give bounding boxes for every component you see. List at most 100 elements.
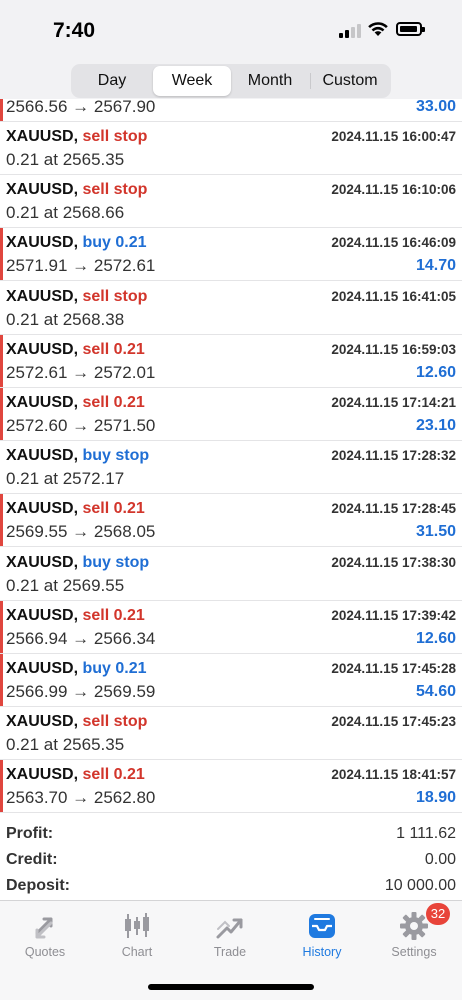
battery-icon	[396, 22, 425, 36]
account-summary: Profit: 1 111.62 Credit: 0.00 Deposit: 1…	[0, 818, 462, 900]
period-tab-month[interactable]: Month	[231, 66, 309, 96]
deal-time: 2024.11.15 16:00:47	[331, 129, 456, 144]
deal-detail: 2566.99 → 2569.59	[6, 682, 156, 701]
home-indicator	[148, 984, 314, 990]
deal-time: 2024.11.15 16:41:05	[331, 288, 456, 304]
deal-profit: 33.00	[415, 99, 456, 115]
deal-time: 2024.11.15 17:39:42	[331, 607, 456, 623]
history-row[interactable]: XAUUSD, sell 0.21 2024.11.15 17:39:42 2566…	[0, 600, 462, 654]
deal-symbol-line: XAUUSD, sell stop	[6, 288, 147, 306]
history-row[interactable]: XAUUSD, buy stop 2024.11.15 17:28:32 0.21 …	[0, 441, 462, 495]
wifi-icon	[368, 22, 388, 36]
summary-value: 1 111.62	[396, 825, 456, 842]
deal-detail: 0.21 at 2568.66	[6, 203, 125, 223]
deal-symbol-line: XAUUSD, buy 0.21	[6, 234, 147, 252]
tab-trade[interactable]: Trade	[190, 907, 270, 963]
deal-marker	[0, 494, 3, 547]
history-row[interactable]: XAUUSD, sell 0.21 2024.11.15 18:41:57 2563…	[0, 760, 462, 814]
deal-symbol-line: XAUUSD, sell 0.21	[6, 500, 145, 518]
deal-symbol-line: XAUUSD, sell 0.21	[6, 341, 145, 359]
deal-marker	[0, 760, 3, 813]
deal-action: sell stop	[82, 128, 148, 145]
deal-profit: 23.10	[415, 417, 456, 434]
history-inbox-icon	[309, 914, 335, 938]
history-row[interactable]: XAUUSD, buy 0.21 2024.11.15 16:46:09 2571.…	[0, 228, 462, 282]
deal-profit: 31.50	[415, 523, 456, 541]
deal-symbol-line: XAUUSD, sell 0.21	[6, 607, 145, 625]
deal-detail: 2572.61 → 2572.01	[6, 362, 156, 382]
deal-time: 2024.11.15 16:10:06	[331, 182, 456, 198]
deal-time: 2024.11.15 16:59:03	[331, 341, 456, 357]
deal-action: sell 0.21	[82, 340, 145, 358]
deal-detail: 2571.91 → 2572.61	[6, 256, 156, 276]
deal-action: sell 0.21	[82, 606, 145, 624]
deal-profit: 54.60	[415, 683, 456, 700]
deal-profit: 12.60	[415, 363, 456, 381]
period-segmented-control: Day Week Month Custom	[71, 64, 391, 98]
tab-quotes[interactable]: Quotes	[5, 907, 85, 963]
history-row-partial[interactable]: 2566.56 → 2567.90 33.00	[0, 99, 462, 122]
deal-time: 2024.11.15 18:41:57	[331, 767, 456, 783]
deal-profit: 12.60	[415, 629, 456, 647]
history-row[interactable]: XAUUSD, sell 0.21 2024.11.15 17:14:21 2572…	[0, 388, 462, 441]
deal-symbol-line: XAUUSD, buy stop	[6, 447, 149, 465]
deal-symbol: XAUUSD,	[6, 553, 79, 571]
history-row[interactable]: XAUUSD, sell stop 2024.11.15 16:00:47 0.21…	[0, 122, 462, 175]
status-bar: 7:40	[0, 0, 462, 58]
history-deals-list[interactable]: 2566.56 → 2567.90 33.00 XAUUSD, sell sto…	[0, 99, 462, 818]
deal-time: 2024.11.15 17:14:21	[331, 395, 456, 410]
deal-detail: 2566.94 → 2566.34	[6, 628, 156, 648]
candlestick-icon	[125, 913, 149, 938]
deal-marker	[0, 334, 3, 387]
deal-symbol: XAUUSD,	[6, 394, 79, 411]
deal-symbol: XAUUSD,	[6, 128, 79, 145]
tab-label: Settings	[391, 945, 437, 959]
deal-symbol-line: XAUUSD, sell stop	[6, 181, 147, 199]
deal-symbol: XAUUSD,	[6, 181, 79, 199]
summary-label: Deposit:	[6, 877, 70, 894]
deal-time: 2024.11.15 17:45:28	[331, 661, 456, 676]
period-tab-custom[interactable]: Custom	[311, 66, 389, 96]
deal-symbol: XAUUSD,	[6, 447, 79, 465]
deal-action: buy 0.21	[82, 660, 147, 677]
history-row[interactable]: XAUUSD, sell stop 2024.11.15 17:45:23 0.21…	[0, 707, 462, 761]
deal-detail: 2572.60 → 2571.50	[6, 416, 156, 435]
deal-symbol-line: XAUUSD, buy stop	[6, 554, 149, 572]
deal-marker	[0, 228, 3, 281]
summary-row-deposit: Deposit: 10 000.00	[6, 874, 456, 900]
deal-symbol: XAUUSD,	[6, 766, 79, 784]
summary-row-credit: Credit: 0.00	[6, 848, 456, 874]
period-tab-day[interactable]: Day	[73, 66, 151, 96]
deal-symbol-line: XAUUSD, sell 0.21	[6, 766, 145, 784]
cellular-signal-icon	[339, 24, 361, 38]
deal-detail: 0.21 at 2572.17	[6, 469, 125, 489]
deal-symbol-line: XAUUSD, sell stop	[6, 713, 147, 731]
period-tab-week[interactable]: Week	[153, 66, 231, 96]
history-row[interactable]: XAUUSD, buy stop 2024.11.15 17:38:30 0.21 …	[0, 548, 462, 601]
deal-action: buy stop	[82, 447, 150, 465]
deal-action: sell 0.21	[82, 766, 145, 784]
history-row[interactable]: XAUUSD, sell stop 2024.11.15 16:41:05 0.21…	[0, 282, 462, 335]
deal-detail: 2569.55 → 2568.05	[6, 522, 156, 542]
history-row[interactable]: XAUUSD, sell 0.21 2024.11.15 17:28:45 2569…	[0, 494, 462, 548]
deal-symbol: XAUUSD,	[6, 713, 79, 731]
tab-chart[interactable]: Chart	[97, 907, 177, 963]
tab-history[interactable]: History	[282, 907, 362, 963]
deal-symbol: XAUUSD,	[6, 340, 79, 358]
summary-label: Profit:	[6, 825, 54, 842]
deal-marker	[0, 600, 3, 653]
history-row[interactable]: XAUUSD, buy 0.21 2024.11.15 17:45:28 2566.…	[0, 654, 462, 707]
deal-profit: 14.70	[415, 257, 456, 275]
history-row[interactable]: XAUUSD, sell 0.21 2024.11.15 16:59:03 2572…	[0, 334, 462, 388]
deal-symbol: XAUUSD,	[6, 500, 79, 518]
history-row[interactable]: XAUUSD, sell stop 2024.11.15 16:10:06 0.21…	[0, 175, 462, 229]
tab-settings[interactable]: 32 Settings	[374, 903, 454, 963]
deal-marker	[0, 388, 3, 440]
deal-marker	[0, 654, 3, 706]
deal-detail: 2563.70 → 2562.80	[6, 788, 156, 808]
deal-detail: 0.21 at 2565.35	[6, 150, 125, 169]
deal-action: buy stop	[82, 553, 150, 571]
deal-symbol: XAUUSD,	[6, 287, 79, 305]
trade-trend-icon	[216, 918, 243, 939]
deal-detail: 2566.56 → 2567.90	[6, 99, 156, 116]
